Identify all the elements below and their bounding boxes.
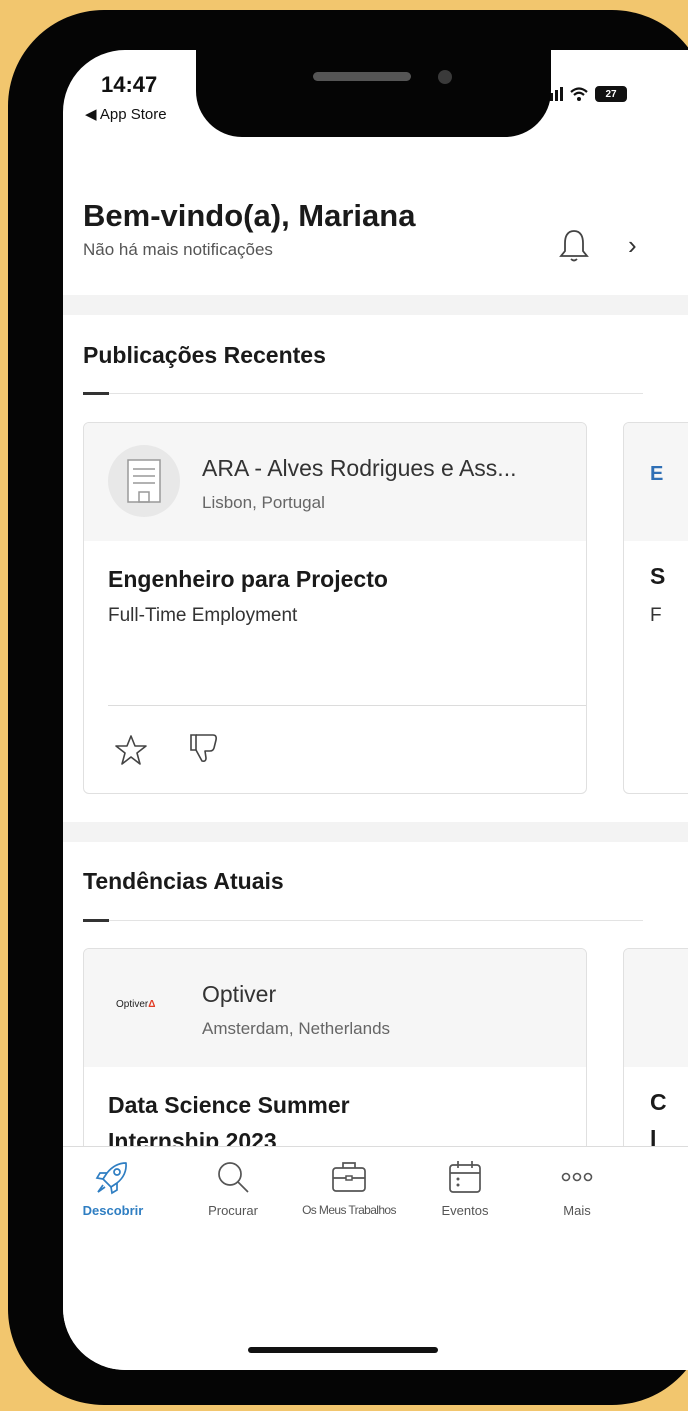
tab-bar: Descobrir Procurar Os Meus Trabalhos Eve… (63, 1146, 688, 1370)
tab-my-jobs[interactable]: Os Meus Trabalhos (289, 1157, 409, 1217)
search-icon (218, 1162, 249, 1193)
company-name: ARA - Alves Rodrigues e Ass... (202, 455, 517, 481)
tab-label: Eventos (441, 1203, 489, 1218)
tab-more[interactable]: Mais (517, 1157, 637, 1218)
section-divider (63, 295, 688, 315)
job-card[interactable]: ARA - Alves Rodrigues e Ass... Lisbon, P… (83, 422, 587, 794)
rocket-icon (95, 1162, 127, 1195)
peek-title-line1: C (650, 1089, 667, 1115)
section-rule-accent (83, 392, 109, 395)
back-to-app-store-link[interactable]: ◀ App Store (85, 105, 167, 123)
notch (196, 42, 551, 137)
more-icon (561, 1172, 593, 1182)
tab-label: Os Meus Trabalhos (302, 1203, 396, 1217)
speaker (313, 72, 411, 81)
card-header (624, 949, 688, 1067)
thumbs-down-icon[interactable] (187, 731, 221, 765)
building-icon (108, 445, 180, 517)
peek-subtitle: F (650, 605, 662, 626)
chevron-right-icon[interactable]: › (628, 230, 637, 261)
company-location: Lisbon, Portugal (202, 493, 325, 512)
calendar-icon (449, 1161, 481, 1193)
screen: 14:47 ◀ App Store 27 Bem-vindo(a), Maria… (63, 50, 688, 1370)
section-rule-accent (83, 919, 109, 922)
peek-logo: E (650, 463, 664, 485)
trending-section-title: Tendências Atuais (83, 868, 284, 894)
card-rule (108, 705, 586, 706)
recent-section-title: Publicações Recentes (83, 342, 326, 368)
wifi-icon (570, 87, 588, 101)
tab-label: Descobrir (82, 1203, 144, 1218)
section-rule (83, 393, 643, 394)
status-icons: 27 (545, 86, 627, 102)
home-indicator[interactable] (248, 1347, 438, 1353)
tab-discover[interactable]: Descobrir (63, 1157, 173, 1218)
company-name: Optiver (202, 981, 277, 1007)
company-logo: OptiverΔ (116, 999, 156, 1010)
tab-label: Procurar (208, 1203, 258, 1218)
bell-icon[interactable] (558, 228, 590, 264)
job-title: Engenheiro para Projecto (108, 566, 388, 592)
tab-label: Mais (563, 1203, 591, 1218)
company-location: Amsterdam, Netherlands (202, 1019, 391, 1038)
job-type: Full-Time Employment (108, 605, 298, 626)
briefcase-icon (332, 1162, 366, 1192)
section-divider (63, 822, 688, 842)
job-title-line1: Data Science Summer (108, 1092, 350, 1118)
phone-frame: 14:47 ◀ App Store 27 Bem-vindo(a), Maria… (8, 10, 688, 1405)
tab-events[interactable]: Eventos (405, 1157, 525, 1218)
card-header (84, 949, 586, 1067)
battery-icon: 27 (595, 86, 627, 102)
tab-search[interactable]: Procurar (173, 1157, 293, 1218)
peek-title: S (650, 563, 666, 589)
welcome-title: Bem-vindo(a), Mariana (83, 198, 416, 233)
star-icon[interactable] (114, 733, 148, 767)
section-rule (83, 920, 643, 921)
notifications-subtitle: Não há mais notificações (83, 240, 273, 259)
status-time: 14:47 (101, 72, 158, 97)
job-card-peek[interactable]: E S F (623, 422, 688, 794)
camera (438, 70, 452, 84)
